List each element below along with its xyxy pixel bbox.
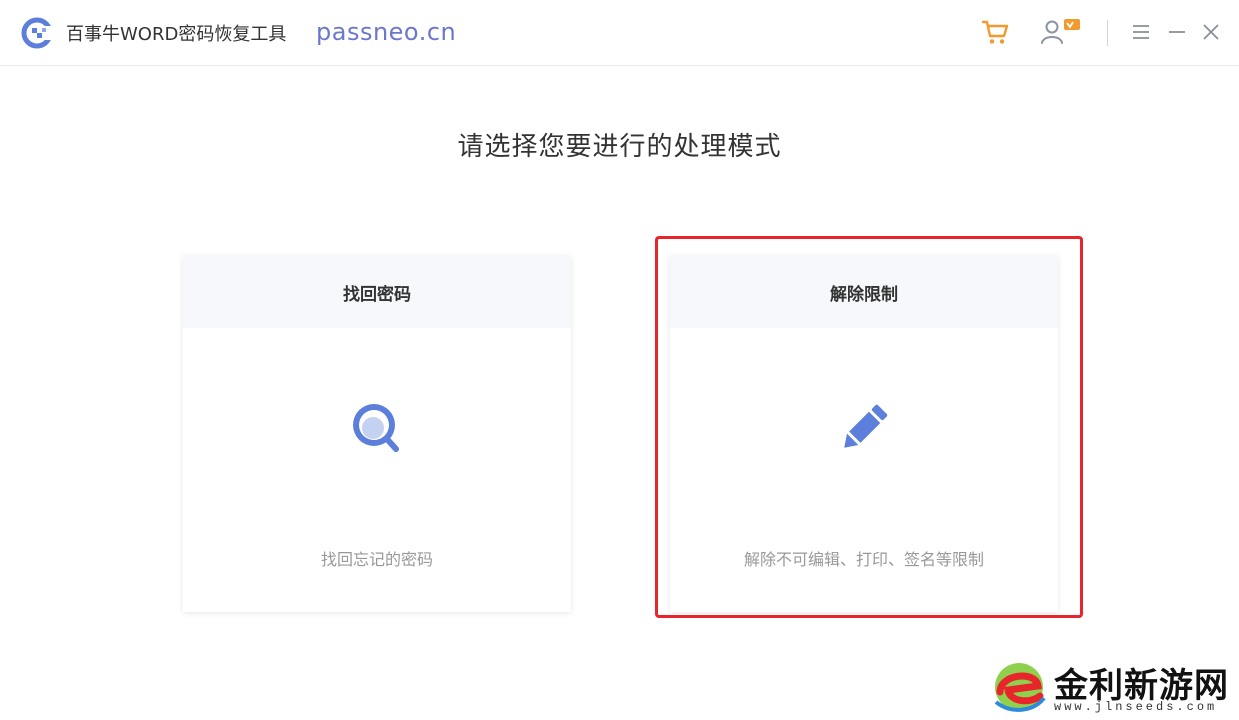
close-button[interactable] [1198, 16, 1224, 48]
watermark-logo-icon [994, 663, 1046, 712]
card-title: 解除限制 [670, 256, 1058, 328]
user-account-button[interactable] [1038, 16, 1084, 48]
close-icon [1203, 24, 1219, 40]
recover-password-card[interactable]: 找回密码 找回忘记的密码 [183, 256, 571, 612]
menu-button[interactable] [1128, 16, 1154, 48]
title-bar: 百事牛WORD密码恢复工具 passneo.cn [0, 0, 1239, 66]
minimize-icon [1169, 31, 1185, 33]
watermark: 金利新游网 www.jlnseeds.com [990, 656, 1230, 718]
card-description: 找回忘记的密码 [320, 550, 433, 569]
menu-icon [1133, 25, 1149, 39]
watermark-url: www.jlnseeds.com [1054, 700, 1218, 714]
card-title: 找回密码 [183, 256, 571, 328]
cart-icon [981, 20, 1009, 44]
card-description: 解除不可编辑、打印、签名等限制 [743, 550, 984, 569]
minimize-button[interactable] [1164, 16, 1190, 48]
magnifier-icon [353, 404, 399, 452]
titlebar-divider [1107, 20, 1108, 46]
site-url: passneo.cn [316, 18, 457, 46]
app-logo-icon [21, 17, 54, 49]
page-heading: 请选择您要进行的处理模式 [457, 132, 782, 162]
cart-button[interactable] [978, 16, 1012, 48]
pencil-icon [844, 404, 888, 448]
user-vip-icon [1041, 19, 1080, 44]
remove-restriction-card[interactable]: 解除限制 解除不可编辑、打印、签名等限制 [670, 256, 1058, 612]
app-title: 百事牛WORD密码恢复工具 [66, 24, 287, 45]
